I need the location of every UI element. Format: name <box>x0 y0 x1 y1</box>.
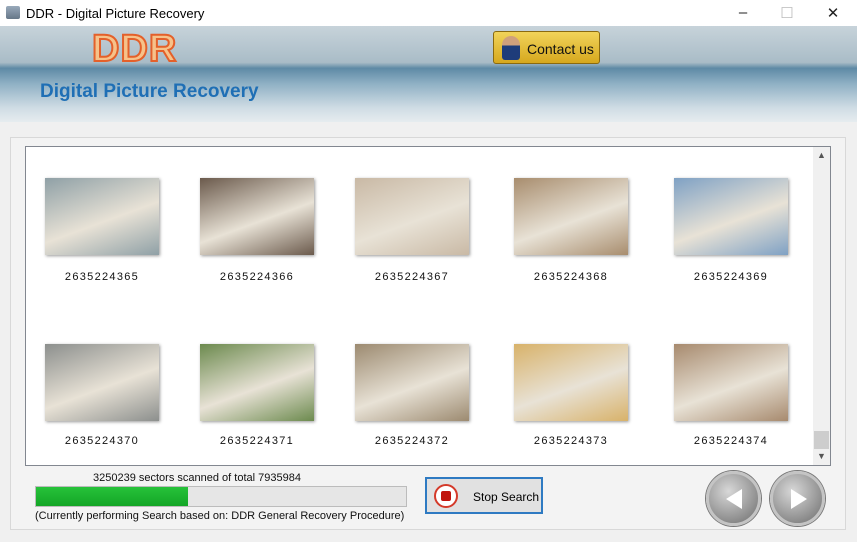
maximize-button[interactable]: ☐ <box>772 4 802 22</box>
thumbnail-label: 2635224370 <box>32 435 172 447</box>
scan-progress-bar <box>35 486 407 507</box>
title-bar: DDR - Digital Picture Recovery – ☐ ✕ <box>0 0 857 26</box>
thumbnail-label: 2635224367 <box>342 271 482 283</box>
arrow-right-icon <box>786 487 810 511</box>
arrow-left-icon <box>722 487 746 511</box>
thumbnail-image[interactable] <box>514 178 628 255</box>
window-title: DDR - Digital Picture Recovery <box>26 6 204 21</box>
thumbnail-label: 2635224366 <box>187 271 327 283</box>
next-button[interactable] <box>770 471 825 526</box>
stop-search-label: Stop Search <box>473 490 539 504</box>
header-banner: DDR Digital Picture Recovery Contact us <box>0 26 857 122</box>
thumbnail-image[interactable] <box>45 344 159 421</box>
close-button[interactable]: ✕ <box>818 4 848 22</box>
thumbnail-image[interactable] <box>200 344 314 421</box>
progress-fill <box>36 487 188 506</box>
app-icon <box>6 6 20 19</box>
thumbnail-image[interactable] <box>45 178 159 255</box>
thumbnail-image[interactable] <box>355 344 469 421</box>
thumbnail-label: 2635224372 <box>342 435 482 447</box>
search-procedure-note: (Currently performing Search based on: D… <box>35 510 404 522</box>
thumbnail-label: 2635224368 <box>501 271 641 283</box>
thumbnail-image[interactable] <box>200 178 314 255</box>
thumbnail-image[interactable] <box>514 344 628 421</box>
scrollbar-thumb[interactable] <box>814 431 829 449</box>
thumbnail-grid: ▲ ▼ 2635224365 2635224366 2635224367 263522… <box>25 146 831 466</box>
thumbnail-label: 2635224371 <box>187 435 327 447</box>
contact-us-label: Contact us <box>527 41 594 57</box>
thumbnail-label: 2635224365 <box>32 271 172 283</box>
app-subtitle: Digital Picture Recovery <box>40 81 259 103</box>
person-icon <box>502 36 520 60</box>
scroll-up-icon[interactable]: ▲ <box>813 147 830 164</box>
back-button[interactable] <box>706 471 761 526</box>
stop-search-button[interactable]: Stop Search <box>425 477 543 514</box>
scan-status: 3250239 sectors scanned of total 7935984 <box>93 472 301 484</box>
thumbnail-label: 2635224369 <box>661 271 801 283</box>
thumbnail-image[interactable] <box>355 178 469 255</box>
ddr-logo: DDR <box>92 28 177 71</box>
contact-us-button[interactable]: Contact us <box>493 31 600 64</box>
thumbnail-label: 2635224373 <box>501 435 641 447</box>
thumbnail-label: 2635224374 <box>661 435 801 447</box>
minimize-button[interactable]: – <box>728 4 758 21</box>
thumbnail-image[interactable] <box>674 178 788 255</box>
scroll-down-icon[interactable]: ▼ <box>813 448 830 465</box>
stop-icon <box>434 484 458 508</box>
thumbnail-image[interactable] <box>674 344 788 421</box>
vertical-scrollbar[interactable]: ▲ ▼ <box>813 147 830 465</box>
